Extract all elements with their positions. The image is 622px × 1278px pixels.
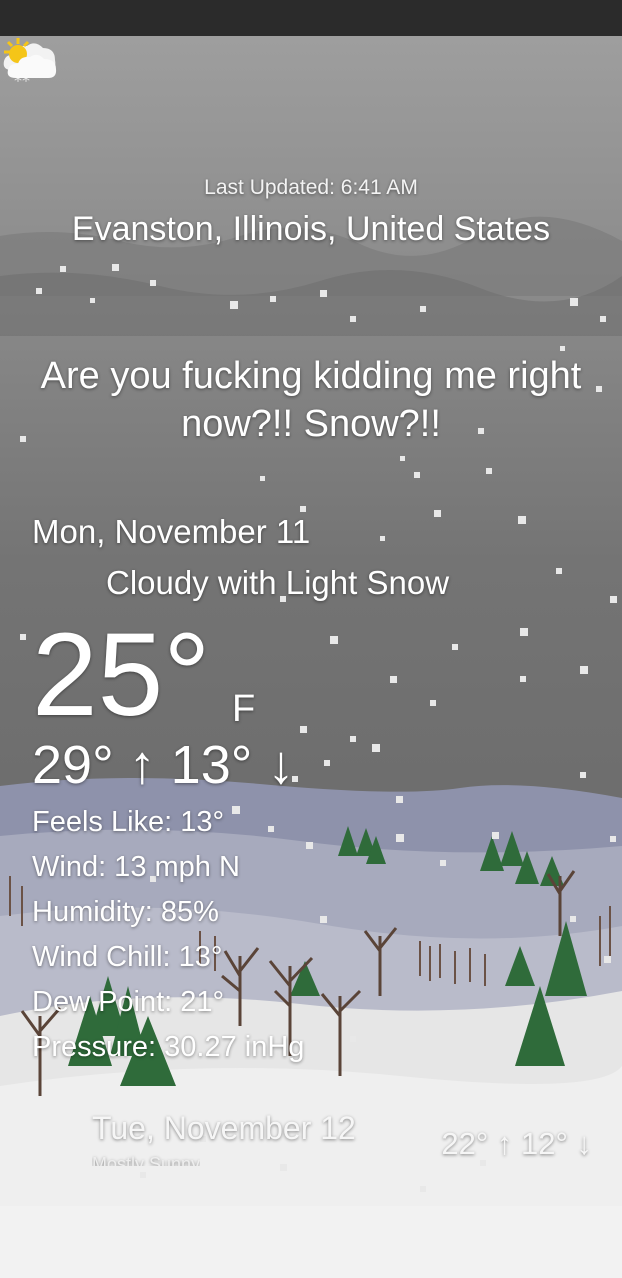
location-title[interactable]: Evanston, Illinois, United States — [0, 210, 622, 249]
forecast-condition: Mostly Sunny — [92, 1154, 201, 1166]
weather-scene: Last Updated: 6:41 AM Evanston, Illinois… — [0, 36, 622, 1206]
forecast-date: Tue, November 12 — [92, 1110, 356, 1146]
wind-chill: Wind Chill: 13° — [32, 941, 223, 973]
last-updated-label: Last Updated: 6:41 AM — [204, 176, 418, 199]
feels-like: Feels Like: 13° — [32, 806, 225, 838]
today-date: Mon, November 11 — [32, 513, 311, 550]
pressure: Pressure: 30.27 inHg — [32, 1031, 305, 1063]
wind: Wind: 13 mph N — [32, 851, 240, 883]
navigation-bar — [0, 1206, 622, 1278]
weather-headline: Are you fucking kidding me right now?!! … — [40, 355, 582, 445]
dew-point: Dew Point: 21° — [32, 986, 225, 1018]
today-hi-lo: 29° ↑ 13° ↓ — [32, 735, 295, 795]
forecast-hi-lo: 22° ↑ 12° ↓ — [441, 1126, 592, 1161]
partly-sunny-icon — [4, 38, 57, 78]
temperature-unit[interactable]: F — [232, 688, 255, 731]
current-temperature: 25° — [32, 609, 211, 741]
today-condition: Cloudy with Light Snow — [106, 564, 450, 601]
status-bar — [0, 0, 622, 36]
humidity: Humidity: 85% — [32, 896, 219, 928]
